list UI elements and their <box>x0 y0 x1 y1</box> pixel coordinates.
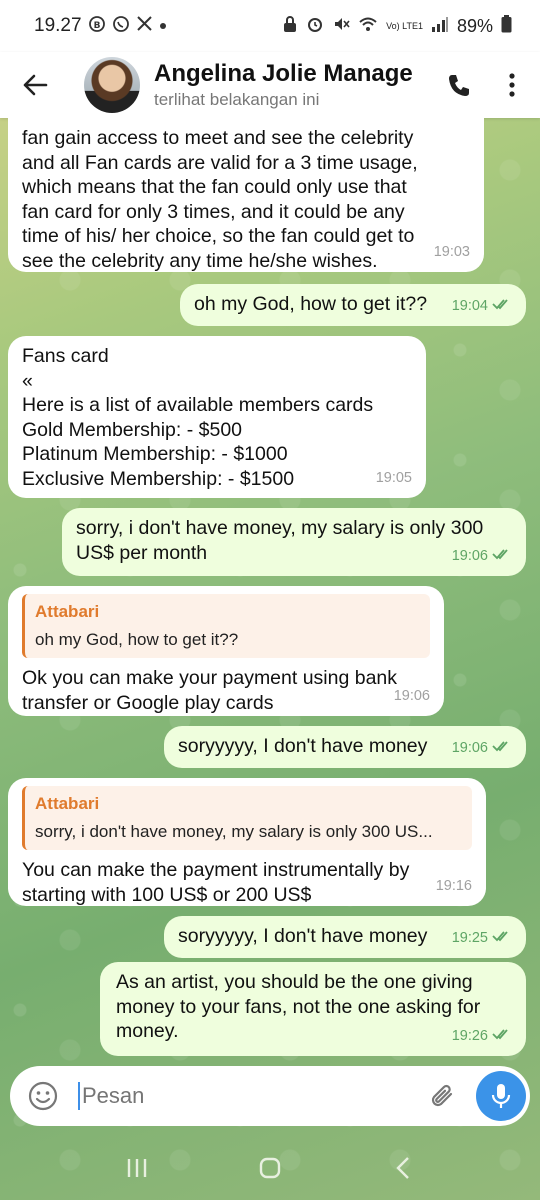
recent-apps-icon <box>127 1159 146 1177</box>
message-incoming[interactable]: Attabari sorry, i don't have money, my s… <box>8 778 486 906</box>
message-composer <box>10 1066 530 1126</box>
microphone-icon <box>491 1084 511 1108</box>
arrow-left-icon <box>23 74 48 96</box>
mute-icon <box>332 15 350 38</box>
svg-text:B: B <box>93 21 100 31</box>
reply-author: Attabari <box>35 794 100 813</box>
message-text: Fans card « Here is a list of available … <box>22 345 374 490</box>
battery-icon <box>501 14 512 38</box>
notification-dot-icon <box>159 17 167 35</box>
network-label: Vo) LTE1 <box>386 20 423 31</box>
avatar[interactable] <box>84 57 140 113</box>
recent-apps-button[interactable] <box>107 1143 167 1193</box>
reply-text: oh my God, how to get it?? <box>35 629 239 649</box>
double-check-icon <box>492 1024 512 1049</box>
message-time: 19:16 <box>435 877 472 894</box>
message-outgoing[interactable]: As an artist, you should be the one givi… <box>100 962 526 1056</box>
message-outgoing[interactable]: soryyyyy, I don't have money 19:06 <box>164 726 526 768</box>
message-time: 19:05 <box>375 469 412 486</box>
chat-header: Angelina Jolie Managem terlihat belakang… <box>0 52 540 118</box>
system-navigation-bar <box>0 1136 540 1200</box>
message-time: 19:04 <box>451 297 488 314</box>
message-text: fan gain access to meet and see the cele… <box>22 127 418 272</box>
reply-author: Attabari <box>35 602 100 621</box>
attach-button[interactable] <box>422 1076 462 1116</box>
reply-quote[interactable]: Attabari sorry, i don't have money, my s… <box>22 786 472 850</box>
signal-icon <box>431 16 449 37</box>
chevron-left-icon <box>396 1157 410 1179</box>
double-check-icon <box>492 544 512 569</box>
status-time: 19.27 <box>34 15 82 36</box>
reply-quote[interactable]: Attabari oh my God, how to get it?? <box>22 594 430 658</box>
double-check-icon <box>492 926 512 951</box>
more-vertical-icon <box>509 73 515 97</box>
message-text: You can make the payment instrumentally … <box>22 859 410 906</box>
chat-title: Angelina Jolie Managem <box>154 60 414 87</box>
lock-icon <box>282 15 298 38</box>
double-check-icon <box>492 736 512 761</box>
call-button[interactable] <box>434 52 484 118</box>
x-icon <box>136 15 153 37</box>
home-icon <box>259 1157 281 1179</box>
message-time: 19:26 <box>451 1027 488 1044</box>
message-incoming[interactable]: fan gain access to meet and see the cele… <box>8 118 484 272</box>
voice-message-button[interactable] <box>476 1071 526 1121</box>
last-seen-status: terlihat belakangan ini <box>154 90 320 109</box>
emoji-button[interactable] <box>26 1079 60 1113</box>
back-nav-button[interactable] <box>373 1143 433 1193</box>
message-time: 19:06 <box>451 547 488 564</box>
message-input[interactable] <box>78 1082 422 1110</box>
whatsapp-icon <box>112 15 130 38</box>
battery-percent: 89% <box>456 15 493 36</box>
message-time: 19:06 <box>451 739 488 756</box>
message-list[interactable]: fan gain access to meet and see the cele… <box>0 118 540 1064</box>
double-check-icon <box>492 294 512 319</box>
chat-title-block[interactable]: Angelina Jolie Managem terlihat belakang… <box>154 60 414 110</box>
more-options-button[interactable] <box>484 52 540 118</box>
phone-icon <box>449 75 469 96</box>
whatsapp-business-icon: B <box>88 15 106 38</box>
status-bar: 19.27 B Vo) LTE1 89% <box>0 0 540 52</box>
home-button[interactable] <box>240 1143 300 1193</box>
message-outgoing[interactable]: oh my God, how to get it?? 19:04 <box>180 284 526 326</box>
message-time: 19:03 <box>433 243 470 260</box>
paperclip-icon <box>431 1084 453 1107</box>
back-button[interactable] <box>0 52 70 118</box>
smiley-icon <box>28 1081 58 1111</box>
alarm-icon <box>306 15 324 38</box>
message-time: 19:06 <box>393 687 430 704</box>
message-text: Ok you can make your payment using bank … <box>22 667 398 714</box>
reply-text: sorry, i don't have money, my salary is … <box>35 821 433 841</box>
message-incoming[interactable]: Attabari oh my God, how to get it?? Ok y… <box>8 586 444 716</box>
message-incoming[interactable]: Fans card « Here is a list of available … <box>8 336 426 498</box>
message-outgoing[interactable]: soryyyyy, I don't have money 19:25 <box>164 916 526 958</box>
message-time: 19:25 <box>451 929 488 946</box>
wifi-icon <box>358 16 378 37</box>
message-outgoing[interactable]: sorry, i don't have money, my salary is … <box>62 508 526 576</box>
message-text: sorry, i don't have money, my salary is … <box>76 517 484 564</box>
